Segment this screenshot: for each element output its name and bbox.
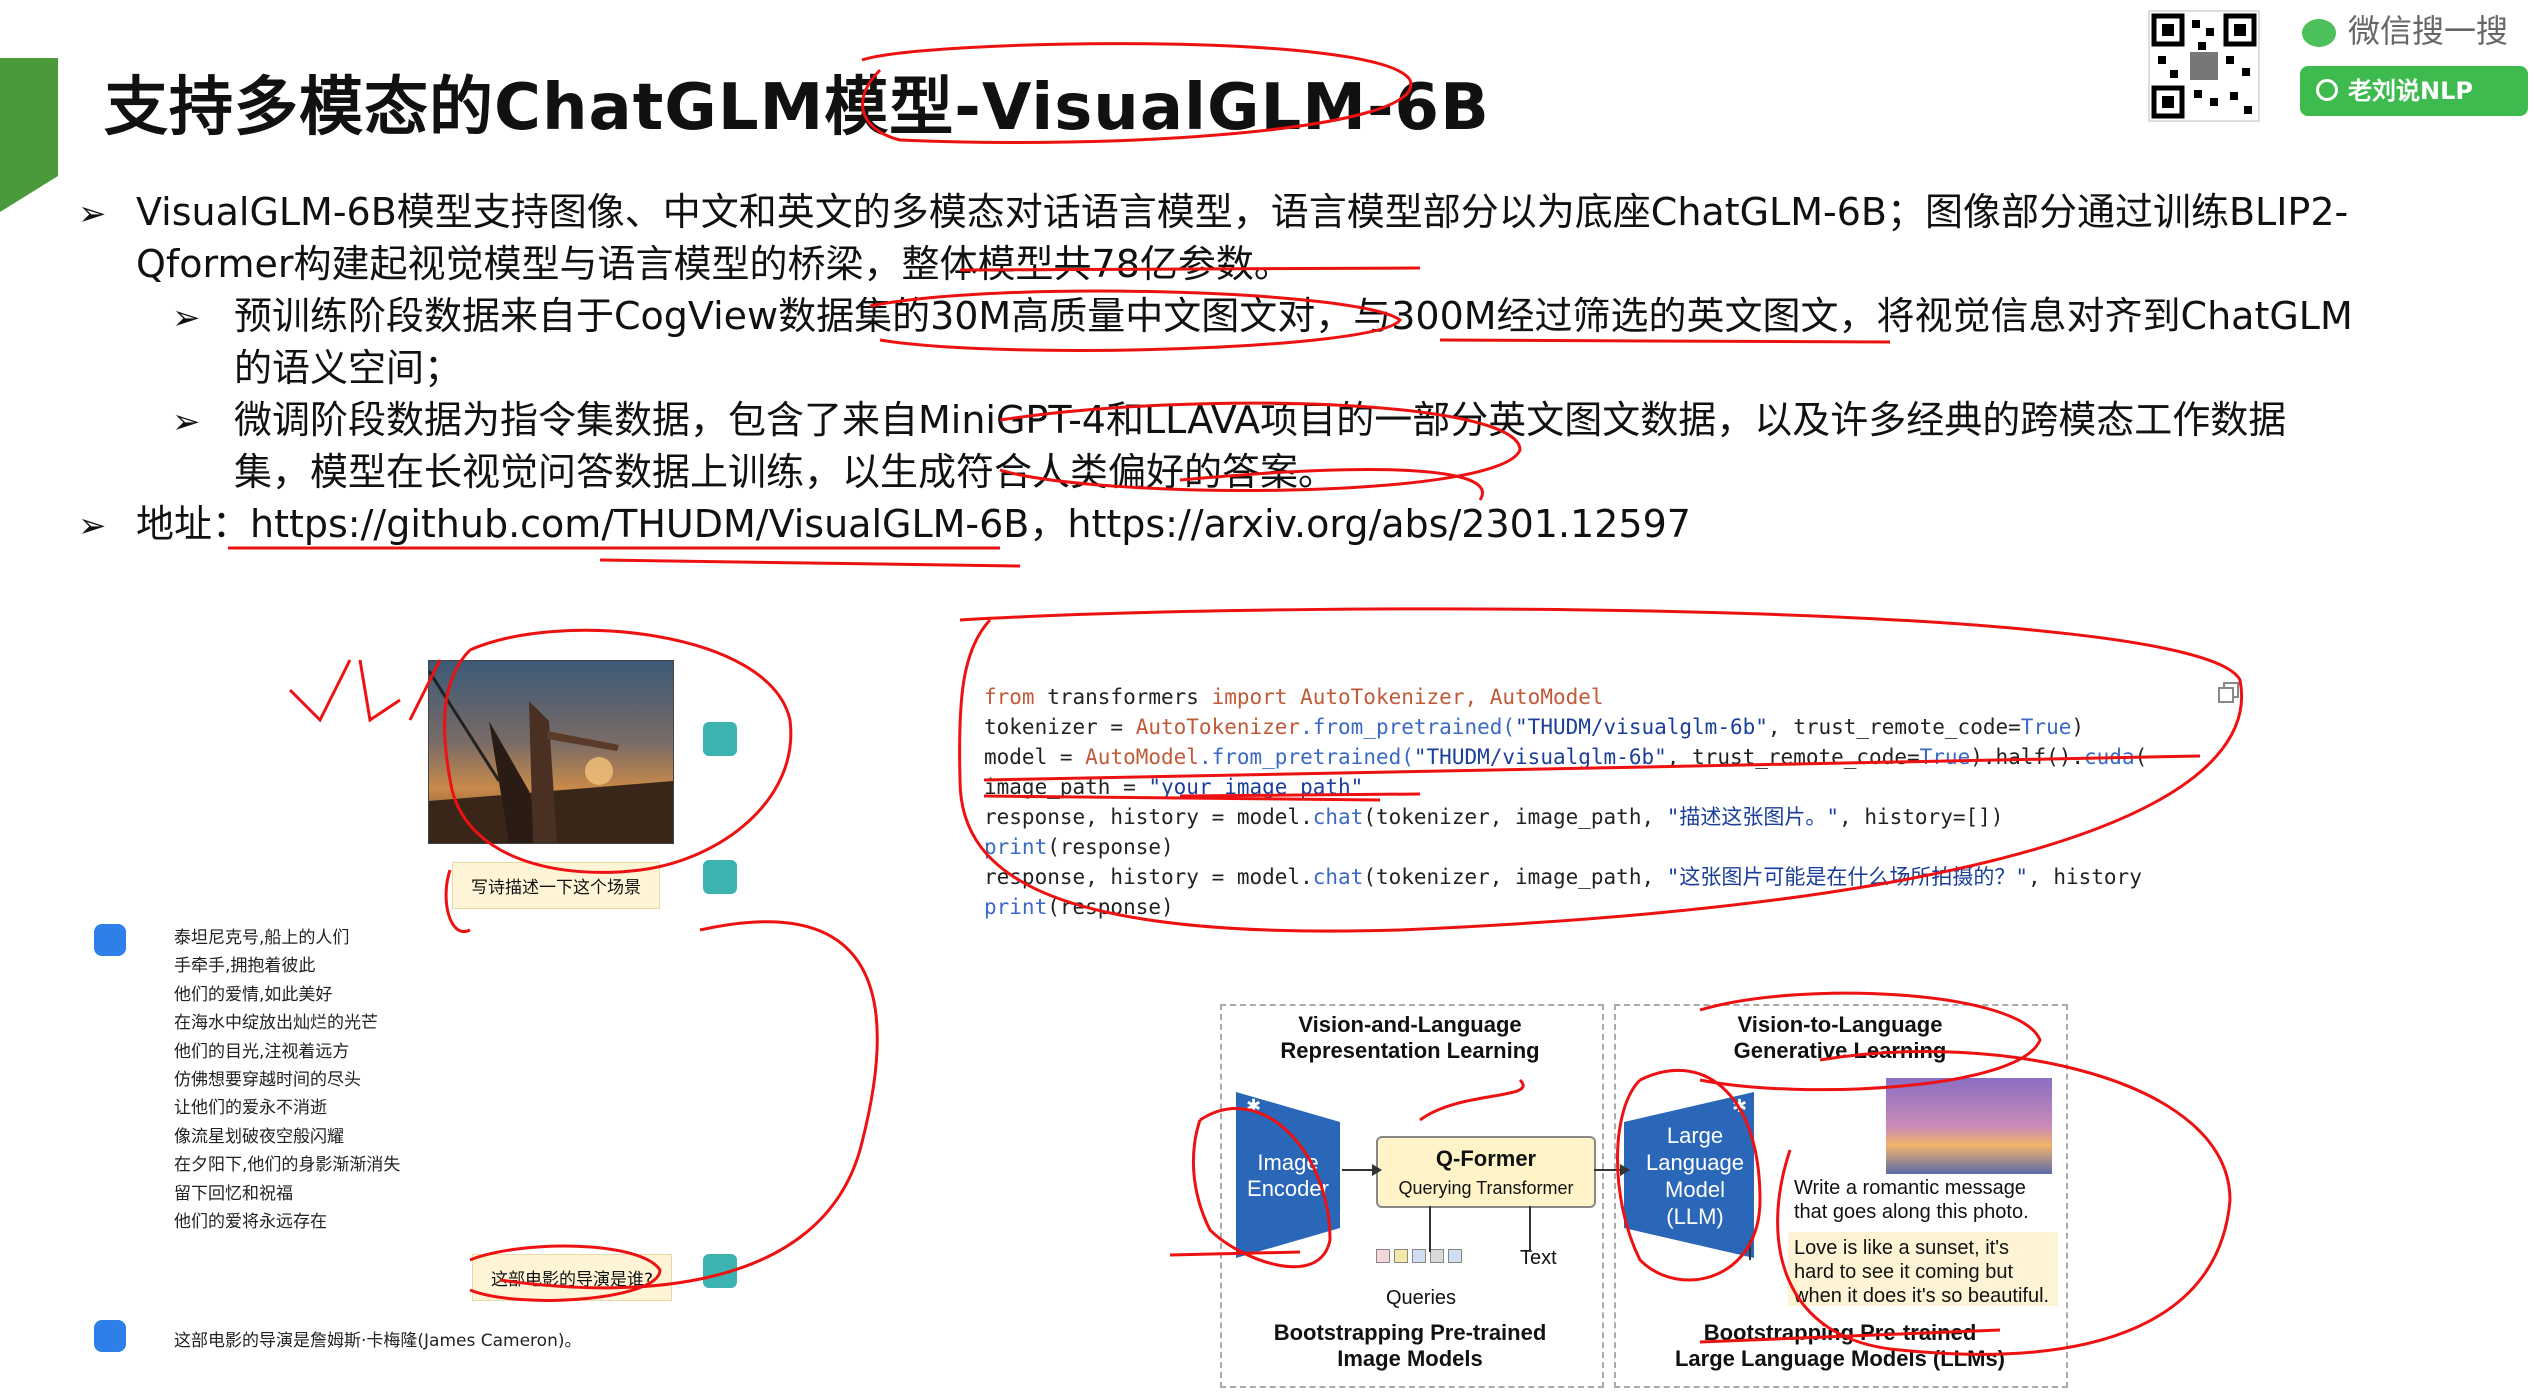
hand-annotations — [228, 42, 2244, 1356]
